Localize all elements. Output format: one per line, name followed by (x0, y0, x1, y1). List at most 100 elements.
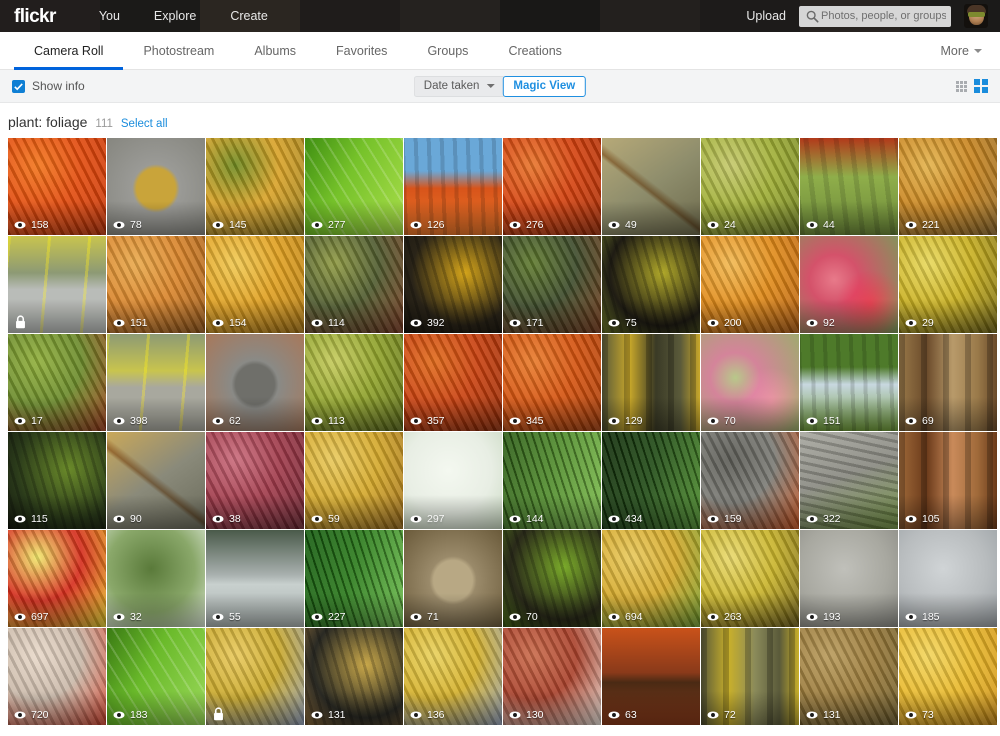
views-eye-icon (311, 515, 323, 523)
photo-thumbnail[interactable]: 29 (899, 236, 997, 333)
photo-thumbnail[interactable]: 158 (8, 138, 106, 235)
view-count-value: 136 (427, 708, 445, 721)
photo-thumbnail[interactable]: 221 (899, 138, 997, 235)
photo-thumbnail[interactable]: 322 (800, 432, 898, 529)
view-count-value: 144 (526, 512, 544, 525)
photo-thumbnail[interactable]: 151 (107, 236, 205, 333)
photo-thumbnail[interactable]: 434 (602, 432, 700, 529)
magic-view-button[interactable]: Magic View (502, 75, 587, 97)
photo-thumbnail[interactable]: 131 (305, 628, 403, 725)
photo-thumbnail[interactable]: 38 (206, 432, 304, 529)
photo-thumbnail[interactable]: 694 (602, 530, 700, 627)
more-tab[interactable]: More (941, 32, 986, 69)
photo-thumbnail[interactable]: 62 (206, 334, 304, 431)
tab-favorites[interactable]: Favorites (316, 32, 407, 69)
photo-thumbnail[interactable]: 105 (899, 432, 997, 529)
select-all-link[interactable]: Select all (121, 118, 168, 130)
photo-thumbnail[interactable]: 171 (503, 236, 601, 333)
view-count-value: 78 (130, 218, 142, 231)
large-grid-icon[interactable] (974, 79, 988, 93)
photo-thumbnail[interactable]: 345 (503, 334, 601, 431)
chevron-down-icon (974, 48, 982, 53)
photo-thumbnail[interactable]: 24 (701, 138, 799, 235)
views-eye-icon (410, 221, 422, 229)
nav-you[interactable]: You (82, 0, 137, 32)
photo-thumbnail[interactable]: 126 (404, 138, 502, 235)
photo-thumbnail[interactable]: 357 (404, 334, 502, 431)
view-count-value: 75 (625, 316, 637, 329)
photo-thumbnail[interactable]: 70 (701, 334, 799, 431)
nav-create[interactable]: Create (213, 0, 285, 32)
photo-thumbnail[interactable]: 17 (8, 334, 106, 431)
tab-camera-roll[interactable]: Camera Roll (14, 32, 124, 70)
photo-thumbnail[interactable]: 183 (107, 628, 205, 725)
dense-grid-icon[interactable] (956, 80, 967, 92)
photo-thumbnail[interactable]: 129 (602, 334, 700, 431)
photo-thumbnail[interactable]: 114 (305, 236, 403, 333)
photo-thumbnail[interactable]: 113 (305, 334, 403, 431)
photo-thumbnail[interactable]: 151 (800, 334, 898, 431)
user-avatar[interactable] (964, 4, 988, 28)
upload-link[interactable]: Upload (746, 9, 786, 23)
photo-thumbnail[interactable]: 131 (800, 628, 898, 725)
photo-thumbnail[interactable]: 49 (602, 138, 700, 235)
views-eye-icon (509, 613, 521, 621)
views-eye-icon (410, 613, 422, 621)
photo-thumbnail[interactable]: 398 (107, 334, 205, 431)
photo-thumbnail[interactable]: 92 (800, 236, 898, 333)
photo-thumbnail[interactable]: 697 (8, 530, 106, 627)
photo-thumbnail[interactable] (206, 628, 304, 725)
photo-thumbnail[interactable]: 44 (800, 138, 898, 235)
view-count-badge: 434 (608, 513, 643, 525)
photo-thumbnail[interactable]: 200 (701, 236, 799, 333)
view-count-value: 193 (823, 610, 841, 623)
show-info-toggle[interactable]: Show info (12, 79, 85, 93)
photo-thumbnail[interactable]: 276 (503, 138, 601, 235)
photo-thumbnail[interactable]: 720 (8, 628, 106, 725)
photo-thumbnail[interactable]: 297 (404, 432, 502, 529)
photo-thumbnail[interactable]: 185 (899, 530, 997, 627)
views-eye-icon (14, 417, 26, 425)
views-eye-icon (608, 613, 620, 621)
photo-thumbnail[interactable]: 154 (206, 236, 304, 333)
view-count-value: 151 (130, 316, 148, 329)
photo-thumbnail[interactable]: 145 (206, 138, 304, 235)
toolbar-center-controls: Date taken Magic View (413, 75, 587, 97)
view-count-badge: 131 (806, 709, 841, 721)
nav-explore[interactable]: Explore (137, 0, 213, 32)
photo-thumbnail[interactable]: 90 (107, 432, 205, 529)
photo-thumbnail[interactable]: 263 (701, 530, 799, 627)
photo-thumbnail[interactable]: 227 (305, 530, 403, 627)
photo-thumbnail[interactable]: 63 (602, 628, 700, 725)
photo-thumbnail[interactable]: 75 (602, 236, 700, 333)
photo-thumbnail[interactable] (8, 236, 106, 333)
photo-thumbnail[interactable]: 115 (8, 432, 106, 529)
search-input[interactable] (821, 10, 946, 22)
photo-thumbnail[interactable]: 72 (701, 628, 799, 725)
photo-thumbnail[interactable]: 55 (206, 530, 304, 627)
search-box[interactable] (799, 5, 951, 27)
photo-thumbnail[interactable]: 70 (503, 530, 601, 627)
photo-thumbnail[interactable]: 277 (305, 138, 403, 235)
photo-thumbnail[interactable]: 73 (899, 628, 997, 725)
date-taken-dropdown[interactable]: Date taken (413, 75, 504, 97)
photo-thumbnail[interactable]: 392 (404, 236, 502, 333)
photo-thumbnail[interactable]: 159 (701, 432, 799, 529)
tab-albums[interactable]: Albums (234, 32, 316, 69)
tab-photostream[interactable]: Photostream (123, 32, 234, 69)
view-count-value: 49 (625, 218, 637, 231)
view-count-value: 126 (427, 218, 445, 231)
photo-thumbnail[interactable]: 32 (107, 530, 205, 627)
tab-groups[interactable]: Groups (407, 32, 488, 69)
photo-thumbnail[interactable]: 71 (404, 530, 502, 627)
flickr-logo[interactable]: flickr (14, 7, 56, 26)
photo-thumbnail[interactable]: 136 (404, 628, 502, 725)
photo-thumbnail[interactable]: 78 (107, 138, 205, 235)
photo-thumbnail[interactable]: 59 (305, 432, 403, 529)
photo-thumbnail[interactable]: 130 (503, 628, 601, 725)
tab-creations[interactable]: Creations (488, 32, 582, 69)
photo-thumbnail[interactable]: 69 (899, 334, 997, 431)
show-info-checkbox[interactable] (12, 79, 25, 93)
photo-thumbnail[interactable]: 144 (503, 432, 601, 529)
photo-thumbnail[interactable]: 193 (800, 530, 898, 627)
